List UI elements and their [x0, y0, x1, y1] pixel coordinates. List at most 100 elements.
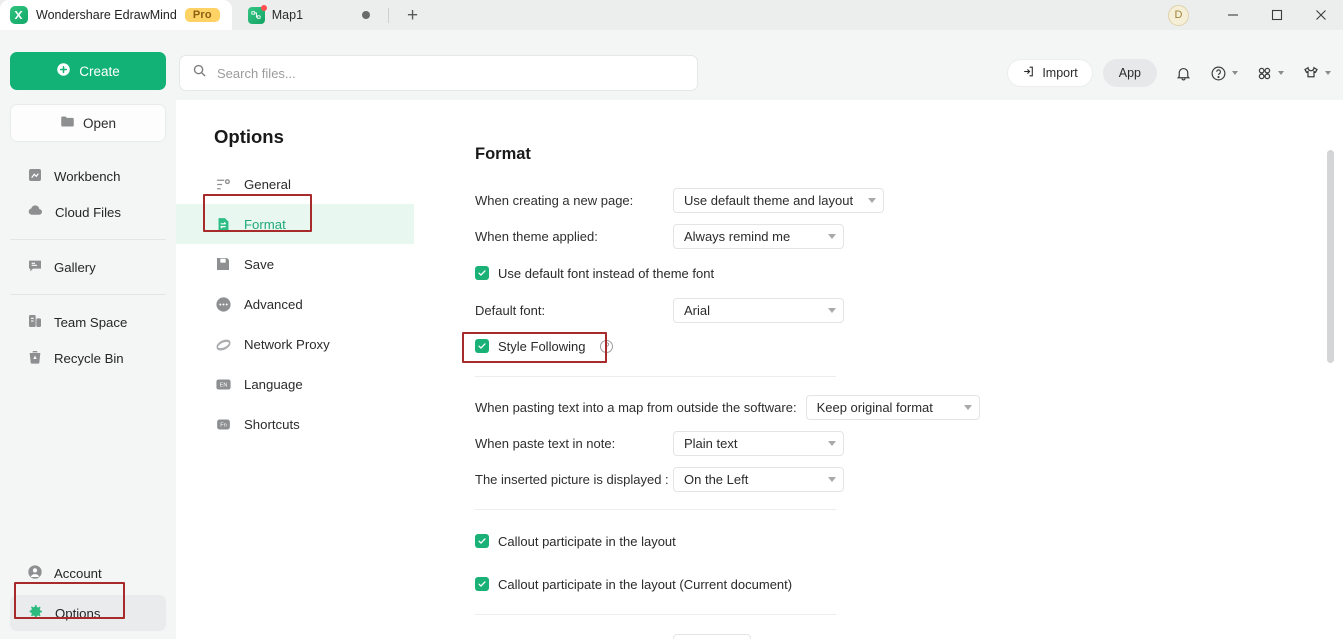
- sidebar-divider-1: [10, 239, 166, 240]
- search-bar[interactable]: [179, 55, 698, 91]
- general-sliders-icon: [214, 175, 232, 193]
- checkbox-checked-icon[interactable]: [475, 266, 489, 280]
- sidebar-item-label: Options: [55, 605, 101, 621]
- chevron-down-icon[interactable]: [828, 477, 836, 482]
- sidebar-item-team-space[interactable]: Team Space: [10, 304, 166, 340]
- options-item-shortcuts[interactable]: Fn Shortcuts: [176, 404, 414, 444]
- paste-outside-select[interactable]: Keep original format: [805, 395, 980, 420]
- shortcuts-fn-icon: Fn: [214, 415, 232, 433]
- import-button[interactable]: Import: [1007, 59, 1093, 87]
- new-page-value: Use default theme and layout: [684, 193, 854, 208]
- sidebar-item-options[interactable]: Options: [10, 595, 166, 631]
- checkbox-default-font[interactable]: Use default font instead of theme font: [475, 261, 1343, 285]
- unsaved-indicator-dot[interactable]: [362, 11, 371, 19]
- checkbox-checked-icon[interactable]: [475, 339, 489, 353]
- apps-grid-icon[interactable]: [1256, 65, 1284, 82]
- help-circle-icon[interactable]: [1210, 65, 1238, 82]
- tab-divider: [388, 7, 390, 23]
- content-divider-3: [475, 614, 836, 615]
- apps-chevron-down-icon[interactable]: [1278, 71, 1284, 75]
- import-icon: [1022, 65, 1035, 81]
- content-divider-1: [475, 376, 836, 377]
- search-icon: [192, 63, 207, 83]
- document-tab-map1[interactable]: Map1 +: [231, 0, 433, 30]
- paste-outside-label: When pasting text into a map from outsid…: [475, 400, 797, 415]
- sidebar-item-label: Gallery: [54, 259, 96, 275]
- checkbox-style-following[interactable]: Style Following ?: [475, 334, 1343, 358]
- checkbox-checked-icon[interactable]: [475, 534, 489, 548]
- map-badge-dot: [260, 4, 267, 11]
- options-item-label: General: [244, 176, 291, 192]
- options-item-advanced[interactable]: Advanced: [176, 284, 414, 324]
- app-label: App: [1118, 66, 1141, 80]
- checkbox-checked-icon[interactable]: [475, 577, 489, 591]
- checkbox-callout-layout[interactable]: Callout participate in the layout: [475, 529, 1343, 553]
- setting-row-timeline-width: The width of a timeline turning: 1000 pi…: [475, 634, 1343, 639]
- account-user-icon: [27, 564, 43, 583]
- options-item-label: Advanced: [244, 296, 303, 312]
- workbench-icon: [27, 167, 43, 186]
- theme-applied-select[interactable]: Always remind me: [673, 224, 844, 249]
- setting-row-new-page: When creating a new page: Use default th…: [475, 188, 1343, 213]
- search-input[interactable]: [217, 65, 685, 81]
- edrawmind-logo-icon: [10, 6, 28, 24]
- sidebar-item-cloud-files[interactable]: Cloud Files: [10, 194, 166, 230]
- new-page-label: When creating a new page:: [475, 193, 634, 208]
- paste-note-select[interactable]: Plain text: [673, 431, 844, 456]
- sidebar-item-gallery[interactable]: Gallery: [10, 249, 166, 285]
- theme-chevron-down-icon[interactable]: [1325, 71, 1331, 75]
- new-tab-button[interactable]: +: [407, 6, 418, 25]
- advanced-dots-icon: [214, 295, 232, 313]
- chevron-down-icon[interactable]: [868, 198, 876, 203]
- notification-bell-icon[interactable]: [1175, 65, 1192, 82]
- paste-note-value: Plain text: [684, 436, 738, 451]
- help-circle-icon[interactable]: ?: [600, 339, 614, 353]
- svg-text:EN: EN: [219, 382, 227, 388]
- options-item-network-proxy[interactable]: Network Proxy: [176, 324, 414, 364]
- help-chevron-down-icon[interactable]: [1232, 71, 1238, 75]
- create-button[interactable]: Create: [10, 52, 166, 90]
- sidebar-item-account[interactable]: Account: [10, 555, 166, 591]
- pro-badge[interactable]: Pro: [184, 8, 220, 22]
- setting-row-default-font: Default font: Arial: [475, 298, 1343, 323]
- format-document-icon: [214, 215, 232, 233]
- chevron-down-icon[interactable]: [828, 441, 836, 446]
- avatar[interactable]: D: [1168, 4, 1189, 26]
- options-item-general[interactable]: General: [176, 164, 414, 204]
- app-tab[interactable]: Wondershare EdrawMind Pro: [0, 0, 232, 30]
- default-font-checkbox-label: Use default font instead of theme font: [498, 265, 715, 281]
- inserted-picture-label: The inserted picture is displayed :: [475, 472, 669, 487]
- window-controls: D: [1168, 0, 1343, 30]
- gear-icon: [27, 603, 44, 623]
- content-divider-2: [475, 509, 836, 510]
- chevron-down-icon[interactable]: [828, 234, 836, 239]
- sidebar-bottom-nav: Account Options: [0, 555, 176, 631]
- default-font-select[interactable]: Arial: [673, 298, 844, 323]
- inserted-picture-select[interactable]: On the Left: [673, 467, 844, 492]
- maximize-button[interactable]: [1255, 0, 1299, 30]
- chevron-down-icon[interactable]: [828, 308, 836, 313]
- sidebar-item-label: Recycle Bin: [54, 350, 124, 366]
- content-scrollbar[interactable]: [1327, 150, 1334, 620]
- options-item-language[interactable]: EN Language: [176, 364, 414, 404]
- recycle-bin-icon: [27, 349, 43, 368]
- timeline-width-stepper[interactable]: 1000: [673, 634, 751, 639]
- checkbox-callout-layout-current[interactable]: Callout participate in the layout (Curre…: [475, 572, 1343, 596]
- options-item-save[interactable]: Save: [176, 244, 414, 284]
- app-button[interactable]: App: [1102, 59, 1157, 87]
- sidebar-item-workbench[interactable]: Workbench: [10, 158, 166, 194]
- chevron-down-icon[interactable]: [963, 405, 972, 410]
- new-page-select[interactable]: Use default theme and layout: [673, 188, 884, 213]
- cloud-icon: [27, 202, 44, 222]
- app-title: Wondershare EdrawMind: [36, 8, 177, 22]
- map-document-icon: [247, 4, 267, 24]
- scrollbar-thumb[interactable]: [1327, 150, 1334, 363]
- minimize-button[interactable]: [1211, 0, 1255, 30]
- open-button[interactable]: Open: [10, 104, 166, 142]
- format-settings-pane: Format When creating a new page: Use def…: [436, 100, 1343, 639]
- sidebar-item-label: Workbench: [54, 168, 121, 184]
- close-button[interactable]: [1299, 0, 1343, 30]
- options-item-format[interactable]: Format: [176, 204, 414, 244]
- skin-theme-icon[interactable]: [1302, 64, 1331, 82]
- sidebar-item-recycle-bin[interactable]: Recycle Bin: [10, 340, 166, 376]
